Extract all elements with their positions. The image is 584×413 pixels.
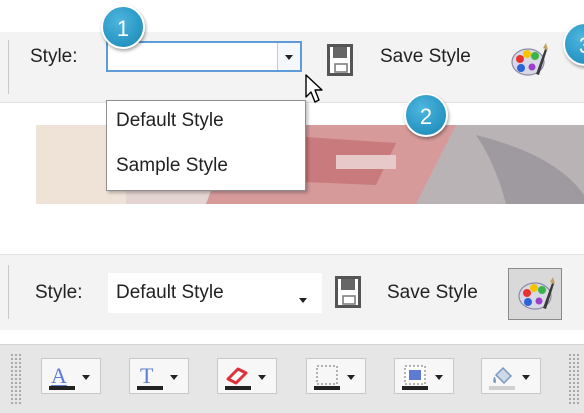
fill-color-icon <box>401 363 431 396</box>
chevron-down-icon <box>170 375 178 380</box>
chevron-down-icon <box>285 54 293 60</box>
paint-bucket-button[interactable] <box>481 358 541 394</box>
callout-badge-2: 2 <box>404 93 448 137</box>
chevron-down-icon[interactable] <box>298 291 308 309</box>
border-icon <box>313 363 343 396</box>
style-dropdown-list: Default Style Sample Style <box>106 100 306 191</box>
chevron-down-icon <box>435 375 443 380</box>
text-highlight-icon: T <box>136 363 166 396</box>
svg-text:A: A <box>51 363 67 388</box>
font-color-button[interactable]: A <box>41 358 101 394</box>
chevron-down-icon <box>82 375 90 380</box>
toolbar-separator <box>8 40 12 94</box>
toolbar-separator <box>8 265 9 319</box>
palette-icon[interactable] <box>508 40 548 80</box>
fill-color-button[interactable] <box>394 358 454 394</box>
save-style-button[interactable]: Save Style <box>380 46 471 68</box>
toolbar-grip[interactable] <box>10 353 22 405</box>
palette-icon <box>515 274 555 319</box>
dropdown-option-default-style[interactable]: Default Style <box>116 110 224 132</box>
callout-badge-1: 1 <box>101 5 145 49</box>
paint-bucket-icon <box>488 363 518 396</box>
style-combobox-value: Default Style <box>116 282 224 303</box>
style-label: Style: <box>35 282 83 303</box>
text-highlight-button[interactable]: T <box>129 358 189 394</box>
save-style-icon[interactable] <box>327 44 353 76</box>
style-combobox[interactable]: Default Style <box>108 273 322 313</box>
style-label: Style: <box>30 46 78 67</box>
palette-button[interactable] <box>508 268 562 320</box>
save-style-button[interactable]: Save Style <box>387 282 478 304</box>
eraser-icon <box>224 363 254 396</box>
chevron-down-icon <box>347 375 355 380</box>
border-button[interactable] <box>306 358 366 394</box>
style-toolbar: Style: Default Style Save Style <box>0 254 584 330</box>
font-color-icon: A <box>48 363 78 396</box>
mouse-cursor-icon <box>305 74 327 109</box>
toolbar-grip[interactable] <box>568 353 580 405</box>
eraser-button[interactable] <box>217 358 277 394</box>
save-style-icon[interactable] <box>335 276 361 308</box>
format-toolbar: A T <box>0 344 584 413</box>
style-combobox[interactable] <box>106 41 302 72</box>
svg-text:T: T <box>140 363 154 388</box>
style-dropdown-button[interactable] <box>277 43 300 70</box>
chevron-down-icon <box>258 375 266 380</box>
top-toolbar: Style: Save Style <box>0 32 584 103</box>
chevron-down-icon <box>522 375 530 380</box>
dropdown-option-sample-style[interactable]: Sample Style <box>116 155 228 177</box>
